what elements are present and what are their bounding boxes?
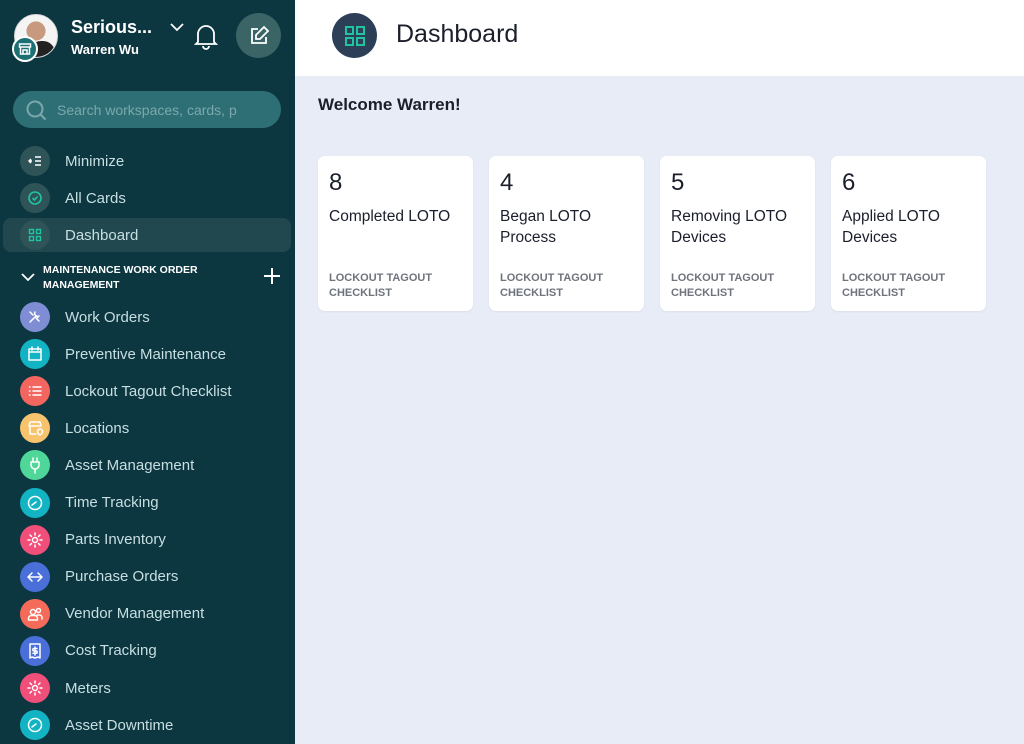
dashboard-card[interactable]: 4 Began LOTO Process LOCKOUT TAGOUT CHEC… [489,156,644,311]
dashboard-card[interactable]: 8 Completed LOTO LOCKOUT TAGOUT CHECKLIS… [318,156,473,311]
arrows-icon [20,561,50,592]
card-value: 4 [500,169,514,196]
app-label: Asset Management [65,456,195,474]
nav-all-cards[interactable]: All Cards [3,181,291,215]
check-circle-icon [20,183,50,213]
app-label: Work Orders [65,308,150,326]
app-label: Locations [65,419,130,437]
user-name: Warren Wu [71,42,139,57]
tools-icon [20,302,50,332]
app-label: Asset Downtime [65,716,174,734]
app-label: Cost Tracking [65,642,157,660]
app-label: Parts Inventory [65,531,166,549]
app-label: Time Tracking [65,494,159,511]
dashboard-card[interactable]: 6 Applied LOTO Devices LOCKOUT TAGOUT CH… [831,156,986,311]
app-item-preventive-maintenance[interactable]: Preventive Maintenance [3,337,291,371]
card-name: Applied LOTO Devices [842,208,940,246]
app-item-work-orders[interactable]: Work Orders [3,300,291,334]
app-label: Meters [65,679,111,697]
card-name: Removing LOTO Devices [671,208,788,246]
plug-icon [20,450,50,481]
grid-icon [20,220,50,250]
users-icon [20,598,50,629]
dashboard-card[interactable]: 5 Removing LOTO Devices LOCKOUT TAGOUT C… [660,156,815,311]
app-label: Purchase Orders [65,568,179,586]
gear-icon [20,673,50,703]
add-app-plus-icon[interactable] [263,267,281,285]
chevron-down-icon[interactable] [168,19,186,35]
card-value: 8 [329,169,343,196]
clock-icon [20,487,50,518]
compose-button[interactable] [236,13,281,58]
app-item-vendor-management[interactable]: Vendor Management [3,597,291,631]
profile-avatar[interactable] [12,14,60,62]
calendar-icon [20,339,50,370]
collapse-icon [20,146,50,176]
welcome-message: Welcome Warren! [318,95,461,114]
workspace-section: MAINTENANCE WORK ORDER MANAGEMENT [20,262,290,292]
app-label: Preventive Maintenance [65,345,226,363]
gear-icon [20,524,50,555]
nav-label: All Cards [65,189,126,207]
app-item-time-tracking[interactable]: Time Tracking [3,486,291,520]
app-item-cost-tracking[interactable]: Cost Tracking [3,634,291,668]
card-value: 5 [671,169,685,196]
nav-dashboard[interactable]: Dashboard [3,218,291,252]
section-collapse-chevron-icon[interactable] [20,270,36,282]
list-icon [20,376,50,407]
nav-label: Minimize [65,152,125,170]
edit-icon [250,25,269,44]
main-content: Dashboard Welcome Warren! 8 Completed LO… [295,0,1024,744]
dashboard-grid-icon [332,13,377,58]
card-source: LOCKOUT TAGOUT CHECKLIST [329,272,433,299]
nav-label: Dashboard [65,226,139,244]
app-item-lockout-tagout-checklist[interactable]: Lockout Tagout Checklist [3,374,291,408]
store-location-icon [20,413,50,444]
receipt-icon [20,635,50,666]
app-item-meters[interactable]: Meters [3,671,291,705]
card-source: LOCKOUT TAGOUT CHECKLIST [842,272,946,299]
app-item-asset-downtime[interactable]: Asset Downtime [3,708,291,742]
card-source: LOCKOUT TAGOUT CHECKLIST [671,272,775,299]
bell-icon[interactable] [193,22,219,50]
card-source: LOCKOUT TAGOUT CHECKLIST [500,272,604,299]
page-title: Dashboard [396,20,519,48]
nav-minimize[interactable]: Minimize [3,144,291,178]
card-value: 6 [842,169,856,196]
workspace-name[interactable]: Serious... [71,17,152,38]
app-item-asset-management[interactable]: Asset Management [3,448,291,482]
clock-icon [20,710,50,741]
app-label: Lockout Tagout Checklist [65,382,232,400]
app-item-parts-inventory[interactable]: Parts Inventory [3,523,291,557]
app-item-purchase-orders[interactable]: Purchase Orders [3,560,291,594]
workspace-store-icon [12,36,38,62]
section-title[interactable]: MAINTENANCE WORK ORDER MANAGEMENT [43,263,243,293]
card-name: Began LOTO Process [500,208,592,246]
search-input[interactable] [57,101,239,118]
card-name: Completed LOTO [329,208,451,225]
page-header: Dashboard [295,0,1024,76]
app-label: Vendor Management [65,605,205,623]
app-item-locations[interactable]: Locations [3,411,291,445]
sidebar: Serious... Warren Wu Minimize All Cards … [0,0,295,744]
search-bar [13,91,281,128]
search-icon [26,100,47,120]
